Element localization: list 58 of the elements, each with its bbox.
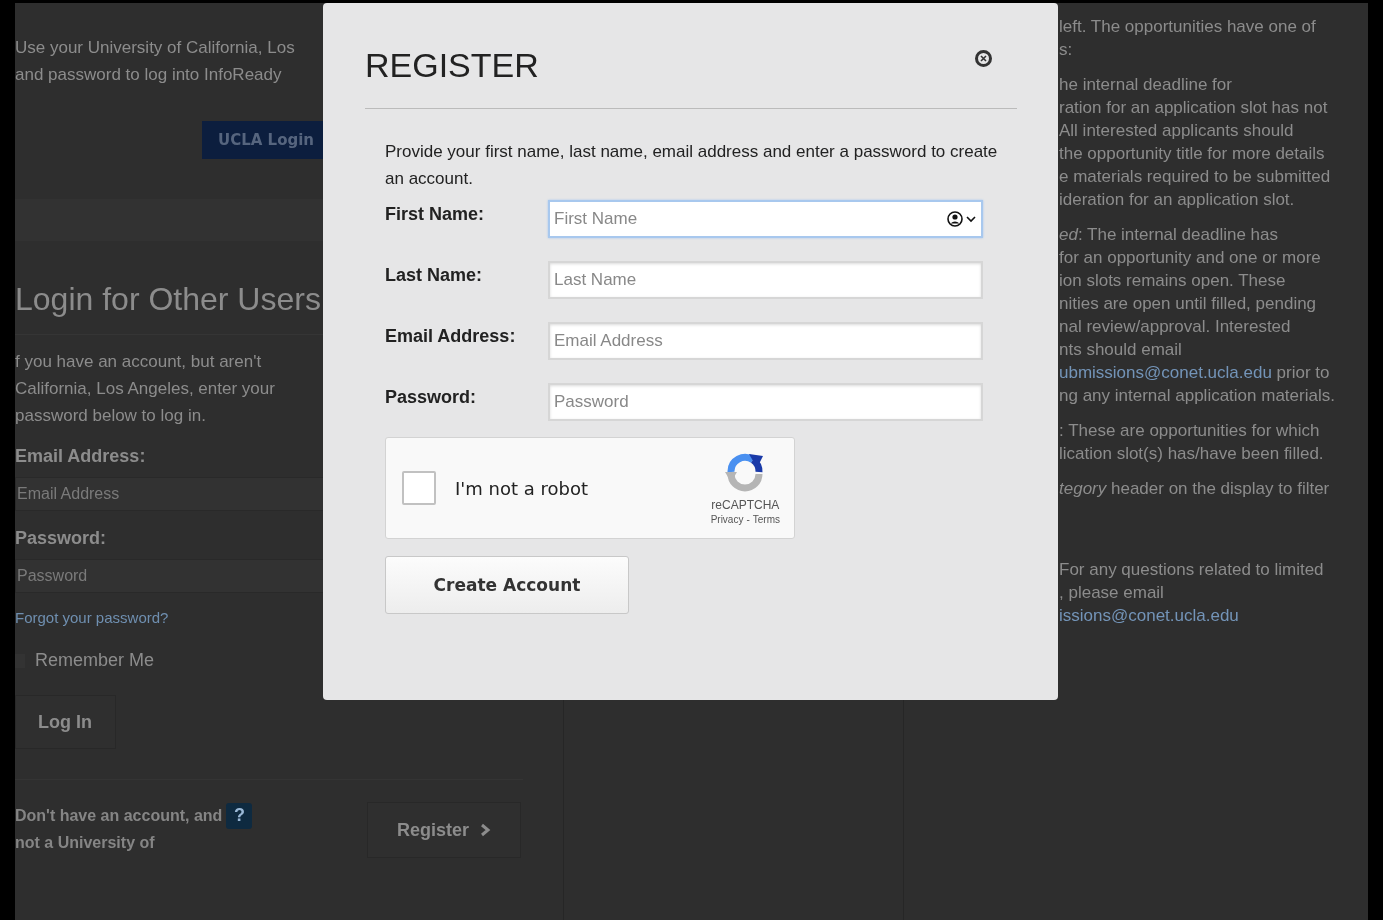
- description-text: s:: [1059, 40, 1073, 59]
- register-prompt-text: not a University of: [15, 833, 155, 853]
- privacy-link[interactable]: Privacy: [710, 513, 744, 525]
- description-text: nts should email: [1059, 340, 1182, 359]
- remember-me-label: Remember Me: [35, 650, 155, 671]
- description-text: tegory header on the display to filter: [1059, 479, 1330, 498]
- description-text: prior to: [1275, 363, 1330, 382]
- separator-text: -: [746, 513, 750, 525]
- help-badge[interactable]: ?: [226, 802, 253, 829]
- checkbox[interactable]: [402, 471, 436, 505]
- captcha-brand: reCAPTCHA: [711, 497, 780, 512]
- description-text: e materials required to be submitted: [1059, 167, 1331, 186]
- text-field[interactable]: Password: [548, 383, 983, 421]
- forgot-password-link[interactable]: Forgot your password?: [15, 609, 169, 626]
- terms-link[interactable]: Terms: [752, 513, 780, 525]
- chevron-right-icon: [479, 823, 491, 837]
- intro-text: Use your University of California, Los: [15, 37, 295, 59]
- register-button[interactable]: Register: [367, 802, 521, 858]
- field-label: Password:: [15, 528, 108, 549]
- description-text: he internal deadline for: [1059, 75, 1232, 94]
- close-icon[interactable]: [975, 50, 992, 67]
- contact-card-icon[interactable]: [947, 210, 977, 228]
- email-link[interactable]: issions@conet.ucla.edu: [1059, 606, 1239, 625]
- description-text: ration for an application slot has not: [1059, 98, 1328, 117]
- description-text: left. The opportunities have one of: [1059, 17, 1316, 36]
- description-text: the opportunity title for more details: [1059, 144, 1325, 163]
- text-field[interactable]: Last Name: [548, 261, 983, 299]
- create-account-button[interactable]: Create Account: [385, 556, 629, 614]
- description-text: nities are open until filled, pending: [1059, 294, 1317, 313]
- text-field[interactable]: First Name: [548, 200, 983, 238]
- dialog-title: REGISTER: [365, 46, 539, 85]
- description-text: For any questions related to limited: [1059, 560, 1324, 579]
- dialog-instructions: Provide your first name, last name, email address and enter a password to create an account.: [384, 141, 999, 190]
- field-label: Email Address:: [385, 325, 517, 348]
- register-prompt-text: Don't have an account, and: [15, 806, 223, 826]
- description-text: : These are opportunities for which: [1059, 421, 1320, 440]
- field-label: Email Address:: [15, 446, 147, 467]
- intro-text: and password to log into InfoReady: [15, 64, 282, 86]
- instruction-text: password below to log in.: [15, 405, 206, 427]
- text-field[interactable]: Email Address: [548, 322, 983, 360]
- field-label: Password:: [385, 386, 478, 409]
- field-label: Last Name:: [385, 264, 484, 287]
- field-label: First Name:: [385, 203, 486, 226]
- description-text: ion slots remains open. These: [1059, 271, 1286, 290]
- description-text: All interested applicants should: [1059, 121, 1294, 140]
- log-in-button[interactable]: Log In: [15, 695, 116, 749]
- description-text: for an opportunity and one or more: [1059, 248, 1321, 267]
- instruction-text: f you have an account, but aren't: [15, 351, 262, 373]
- description-text: ideration for an application slot.: [1059, 190, 1295, 209]
- description-text: nal review/approval. Interested: [1059, 317, 1291, 336]
- email-link[interactable]: ubmissions@conet.ucla.edu: [1059, 363, 1272, 382]
- instruction-text: California, Los Angeles, enter your: [15, 378, 275, 400]
- description-text: , please email: [1059, 583, 1164, 602]
- description-text: ng any internal application materials.: [1059, 386, 1335, 405]
- description-text: lication slot(s) has/have been filled.: [1059, 444, 1324, 463]
- section-heading: Login for Other Users: [15, 281, 322, 318]
- description-text: ed: The internal deadline has: [1059, 225, 1278, 244]
- checkbox[interactable]: [15, 653, 25, 668]
